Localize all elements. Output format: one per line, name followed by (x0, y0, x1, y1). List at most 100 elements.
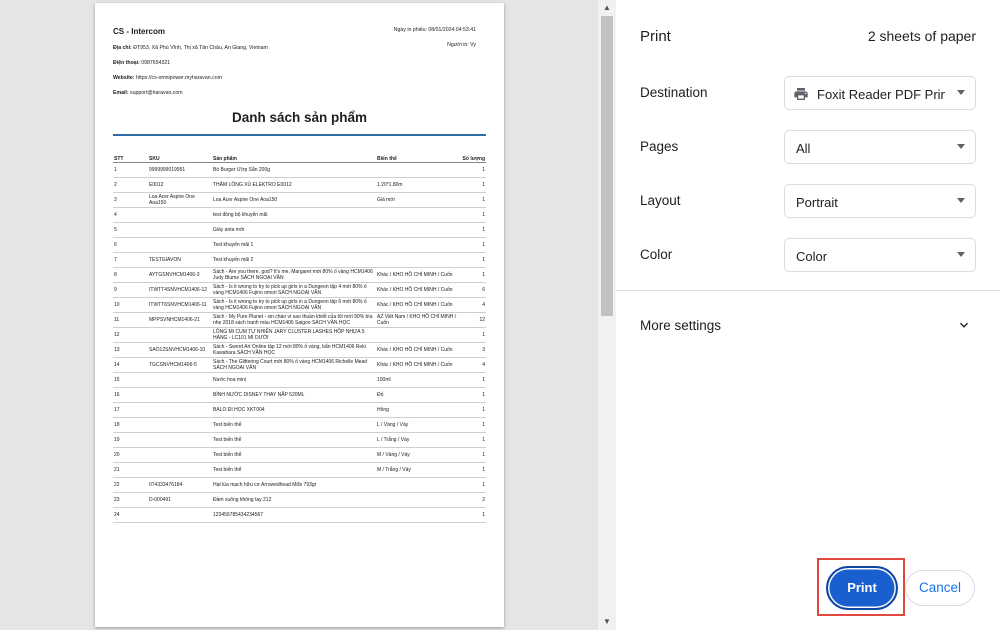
pages-value: All (796, 141, 811, 156)
table-row: 24 123456785434234567 1 (113, 507, 486, 523)
destination-label: Destination (640, 85, 708, 100)
destination-select[interactable]: Foxit Reader PDF Printer (784, 76, 976, 110)
row-product: Sách - Sword Art Online tập 12 mới 80% ố… (212, 342, 376, 358)
row-qty: 2 (458, 492, 486, 508)
print-settings-panel: Print 2 sheets of paper Destination Foxi… (616, 0, 1000, 630)
preview-scrollbar-thumb[interactable] (601, 16, 613, 316)
settings-divider (616, 290, 1000, 291)
row-product: Bò Burger Ướp Sẵn 200g (212, 162, 376, 178)
table-header-row: STT SKU Sản phẩm Biến thể Số lượng (113, 152, 486, 163)
row-product: Test biến thể (212, 447, 376, 463)
row-product: Giày anta mới (212, 222, 376, 238)
cancel-button[interactable]: Cancel (905, 570, 975, 606)
row-qty: 4 (458, 357, 486, 373)
table-row: 11 MPPSVNHCM1406-21 Sách - My Pure Planet … (113, 312, 486, 328)
layout-value: Portrait (796, 195, 838, 210)
color-label: Color (640, 247, 673, 262)
table-row: 10 ITWTT6SNVHCM1406-11 Sách - Is it wrong … (113, 297, 486, 313)
row-variant (376, 492, 458, 508)
row-stt: 21 (113, 462, 148, 478)
row-qty: 1 (458, 252, 486, 268)
row-variant (376, 507, 458, 523)
row-sku: Loa Acer Aspire One Aoa150 (148, 192, 212, 208)
row-product: BÌNH NƯỚC DISNEY THAY NẮP 520ML (212, 387, 376, 403)
row-stt: 11 (113, 312, 148, 328)
chevron-down-icon[interactable] (957, 318, 971, 332)
table-row: 1 9999999019951 Bò Burger Ướp Sẵn 200g 1 (113, 162, 486, 178)
table-row: 22 074333476184 Hạt lúa mạch hữu cơ Arrowe… (113, 477, 486, 493)
row-sku (148, 222, 212, 238)
table-row: 8 AYTGSNVHCM1406-3 Sách - Are you there, g… (113, 267, 486, 283)
row-stt: 22 (113, 477, 148, 493)
row-qty: 1 (458, 447, 486, 463)
row-qty: 4 (458, 297, 486, 313)
color-value: Color (796, 249, 828, 264)
row-product: Nước hoa mini (212, 372, 376, 388)
row-qty: 1 (458, 507, 486, 523)
table-row: 7 TESTGIAVON Test khuyến mãi 2 1 (113, 252, 486, 268)
layout-select[interactable]: Portrait (784, 184, 976, 218)
row-variant: L / Vàng / Váy (376, 417, 458, 433)
row-stt: 4 (113, 207, 148, 223)
row-sku: MPPSVNHCM1406-21 (148, 312, 212, 328)
color-select[interactable]: Color (784, 238, 976, 272)
row-variant: AZ Việt Nam / KHO HỒ CHÍ MINH / Cuốn (376, 312, 458, 328)
row-sku: 9999999019951 (148, 162, 212, 178)
store-phone: Điện thoại: 0987654321 (113, 60, 171, 66)
table-row: 5 Giày anta mới 1 (113, 222, 486, 238)
store-address: Địa chỉ: ĐT953, Xã Phú Vĩnh, Thị xã Tân … (113, 45, 268, 51)
print-date: Ngày in phiếu: 08/01/2024 04:53:41 (393, 27, 476, 33)
table-row: 16 BÌNH NƯỚC DISNEY THAY NẮP 520ML Đỏ 1 (113, 387, 486, 403)
row-product: Sách - Is it wrong to try to pick up gir… (212, 282, 376, 298)
row-product: test đồng bộ khuyến mãi (212, 207, 376, 223)
row-product: Test biến thể (212, 417, 376, 433)
printer-icon (794, 88, 808, 100)
table-row: 20 Test biến thể M / Vàng / Váy 1 (113, 447, 486, 463)
column-header-stt: STT (113, 152, 148, 163)
row-variant: Khác / KHO HỒ CHÍ MINH / Cuốn (376, 267, 458, 283)
preview-page: CS - Intercom Địa chỉ: ĐT953, Xã Phú Vĩn… (95, 3, 504, 627)
table-row: 6 Test khuyến mãi 1 1 (113, 237, 486, 253)
row-sku (148, 327, 212, 343)
row-qty: 12 (458, 312, 486, 328)
row-qty: 1 (458, 222, 486, 238)
row-qty: 6 (458, 282, 486, 298)
row-qty: 1 (458, 192, 486, 208)
row-stt: 24 (113, 507, 148, 523)
row-product: Test khuyến mãi 2 (212, 252, 376, 268)
row-stt: 14 (113, 357, 148, 373)
table-row: 15 Nước hoa mini 100ml 1 (113, 372, 486, 388)
scroll-down-arrow-icon[interactable]: ▼ (601, 616, 613, 628)
row-stt: 1 (113, 162, 148, 178)
products-table: STT SKU Sản phẩm Biến thể Số lượng 1 9999… (113, 152, 486, 523)
table-row: 2 E0012 THẢM LÔNG XÙ ELEKTRO E0012 1.20*1.8… (113, 177, 486, 193)
row-sku (148, 432, 212, 448)
column-header-sku: SKU (148, 152, 212, 163)
row-stt: 3 (113, 192, 148, 208)
layout-label: Layout (640, 193, 681, 208)
print-preview-area: CS - Intercom Địa chỉ: ĐT953, Xã Phú Vĩn… (0, 0, 616, 630)
row-product: Test khuyến mãi 1 (212, 237, 376, 253)
row-sku (148, 372, 212, 388)
row-product: Sách - Are you there, god? It's me, Marg… (212, 267, 376, 283)
scroll-up-arrow-icon[interactable]: ▲ (601, 2, 613, 14)
printed-by: Người in: Vy (447, 42, 476, 48)
row-product: Hạt lúa mạch hữu cơ Arrowedhead Mills 79… (212, 477, 376, 493)
row-qty: 1 (458, 477, 486, 493)
more-settings-toggle[interactable]: More settings (640, 318, 721, 333)
print-button[interactable]: Print (826, 566, 898, 610)
row-product: Sách - My Pure Planet - xin chào vì sao … (212, 312, 376, 328)
row-sku: TESTGIAVON (148, 252, 212, 268)
row-qty: 1 (458, 327, 486, 343)
pages-label: Pages (640, 139, 679, 154)
row-variant (376, 237, 458, 253)
row-stt: 10 (113, 297, 148, 313)
row-variant: Hồng (376, 402, 458, 418)
row-stt: 20 (113, 447, 148, 463)
row-variant: Giá mới (376, 192, 458, 208)
row-variant: 100ml (376, 372, 458, 388)
heading-rule (113, 134, 486, 136)
pages-select[interactable]: All (784, 130, 976, 164)
row-stt: 18 (113, 417, 148, 433)
row-sku: ITWTT6SNVHCM1406-11 (148, 297, 212, 313)
